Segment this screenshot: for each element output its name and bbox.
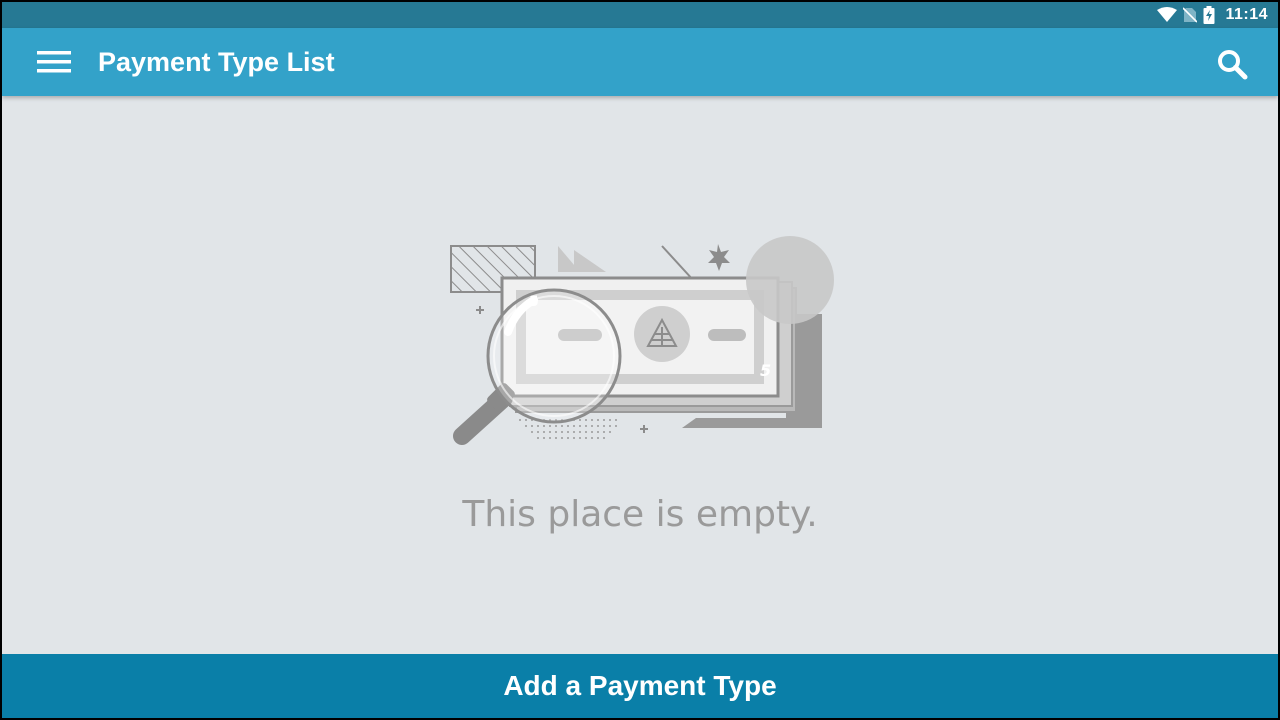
status-icons: 11:14 xyxy=(1157,6,1268,24)
wifi-icon xyxy=(1157,7,1178,22)
menu-icon xyxy=(37,51,71,73)
battery-charging-icon xyxy=(1203,6,1215,24)
status-bar: 11:14 xyxy=(2,2,1278,28)
svg-text:5: 5 xyxy=(760,361,771,380)
add-payment-type-button[interactable]: Add a Payment Type xyxy=(2,654,1278,718)
app-screen: 11:14 Payment Type List 5 5 This place i… xyxy=(2,2,1278,718)
app-bar: Payment Type List xyxy=(2,28,1278,96)
no-sim-icon xyxy=(1183,7,1198,23)
money-magnifier-illustration: 5 5 xyxy=(450,236,834,445)
page-title: Payment Type List xyxy=(98,47,335,77)
status-time: 11:14 xyxy=(1225,6,1268,23)
empty-state-message: This place is empty. xyxy=(462,494,818,535)
menu-button[interactable] xyxy=(32,44,76,80)
search-icon xyxy=(1218,50,1248,80)
search-button[interactable] xyxy=(1212,44,1252,84)
